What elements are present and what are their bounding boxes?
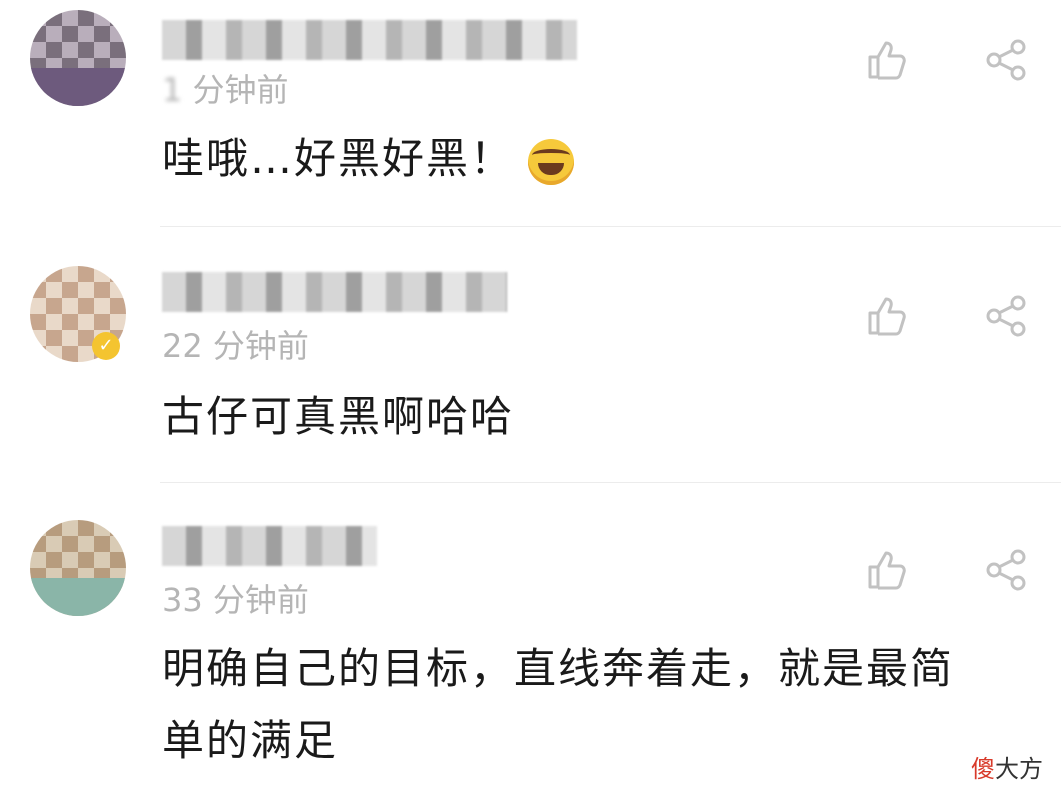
comment-text-line: 明确自己的目标，直线奔着走，就是最简 xyxy=(162,644,955,693)
thumbs-up-icon[interactable] xyxy=(864,548,908,592)
avatar[interactable] xyxy=(30,520,126,616)
comment-time: 33 分钟前 xyxy=(162,581,309,619)
comment-text: 明确自己的目标，直线奔着走，就是最简 单的满足 xyxy=(162,636,954,774)
verified-badge-icon: ✓ xyxy=(92,332,120,360)
share-icon[interactable] xyxy=(984,294,1028,338)
username-blurred[interactable] xyxy=(162,272,507,312)
laughing-crying-emoji xyxy=(528,138,575,185)
watermark: 傻大方 xyxy=(971,755,1043,783)
thumbs-up-icon[interactable] xyxy=(864,294,908,338)
divider xyxy=(160,226,1061,227)
thumbs-up-icon[interactable] xyxy=(864,38,908,82)
comment-text: 哇哦…好黑好黑！ xyxy=(162,126,575,192)
share-icon[interactable] xyxy=(984,548,1028,592)
avatar[interactable] xyxy=(30,10,126,106)
username-blurred[interactable] xyxy=(162,20,577,60)
username-blurred[interactable] xyxy=(162,526,377,566)
comment-text: 古仔可真黑啊哈哈 xyxy=(162,392,515,441)
share-icon[interactable] xyxy=(984,38,1028,82)
comment-time: 22 分钟前 xyxy=(162,327,309,365)
comment-time: 1 分钟前 xyxy=(162,71,289,109)
comment-text-line: 单的满足 xyxy=(162,716,339,765)
divider xyxy=(160,482,1061,483)
